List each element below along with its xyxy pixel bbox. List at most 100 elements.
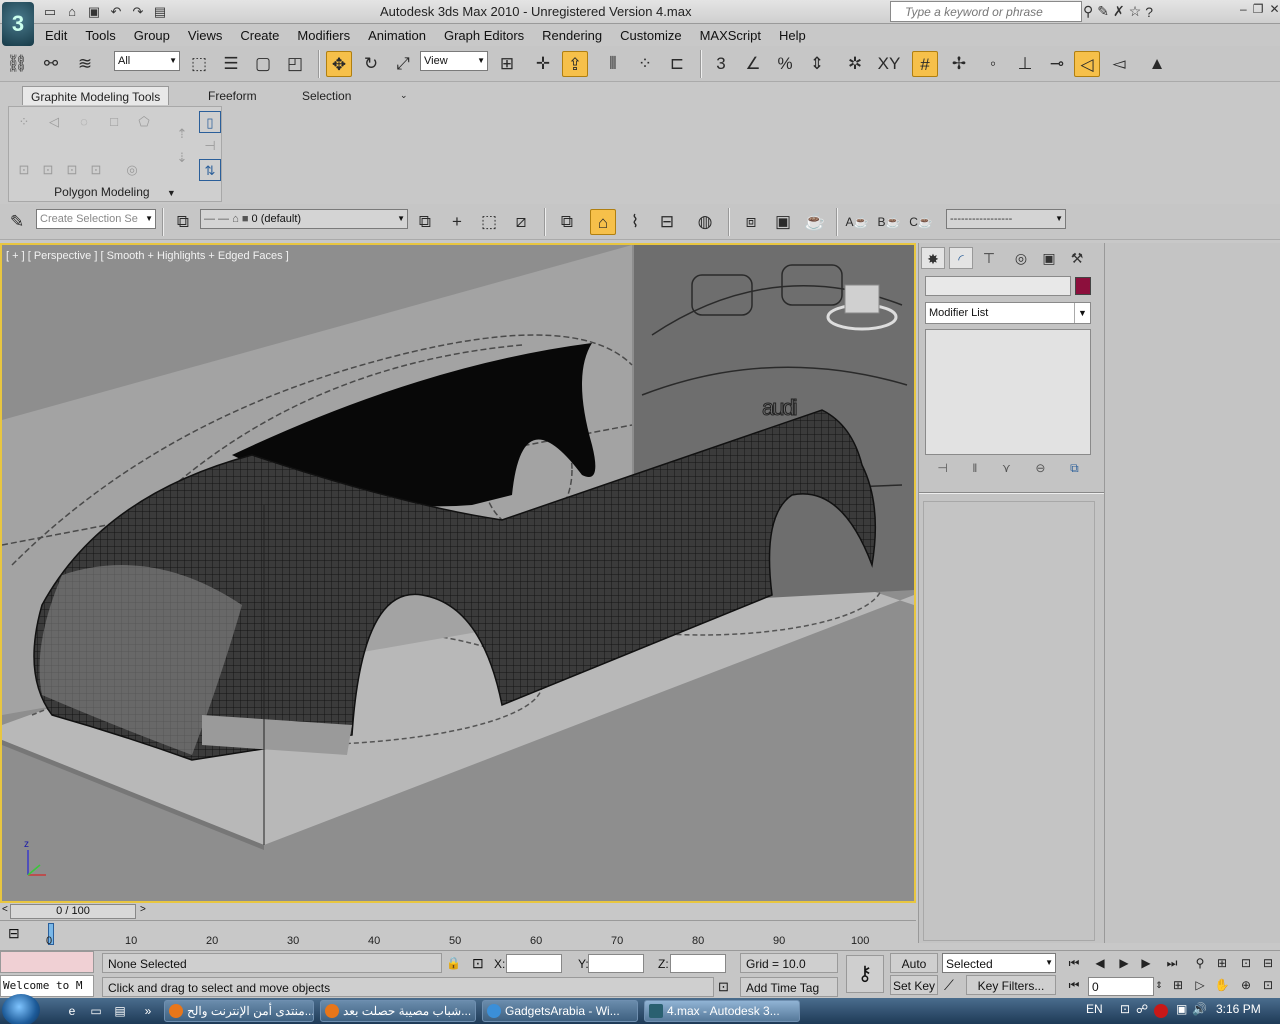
- volume-icon[interactable]: 🔊: [1192, 1002, 1207, 1016]
- rectangular-selection-icon[interactable]: ▢: [250, 51, 276, 77]
- menu-edit[interactable]: Edit: [36, 28, 76, 43]
- select-in-layer-icon[interactable]: ⬚: [476, 209, 502, 235]
- time-slider[interactable]: < 0 / 100 >: [0, 903, 916, 919]
- named-selection-sets-dropdown[interactable]: Create Selection Se ▼: [36, 209, 156, 229]
- snaps-toggle-icon[interactable]: 3: [708, 51, 734, 77]
- key-mode-toggle-icon[interactable]: ⏮: [1064, 975, 1084, 995]
- tab-freeform[interactable]: Freeform: [200, 86, 265, 105]
- pivot-center-icon[interactable]: ⊞: [494, 51, 520, 77]
- show-end-result-icon[interactable]: ▯: [199, 111, 221, 133]
- slider-right-icon[interactable]: >: [140, 904, 146, 915]
- zoom-icon[interactable]: ⚲: [1190, 953, 1210, 973]
- default-tangent-icon[interactable]: ⟋: [944, 977, 954, 994]
- layer-manager-icon[interactable]: ⧉: [170, 209, 196, 235]
- orbit-icon[interactable]: ⊕: [1236, 975, 1256, 995]
- minimize-icon[interactable]: –: [1240, 2, 1247, 16]
- maximize-viewport-icon[interactable]: ⊡: [1258, 975, 1278, 995]
- task-firefox-1[interactable]: منتدى أمن الإنترنت والح...: [164, 1000, 314, 1022]
- ribbon-minimize-icon[interactable]: ⌄: [392, 86, 416, 105]
- menu-views[interactable]: Views: [179, 28, 231, 43]
- stack-up-icon[interactable]: ⇡: [171, 123, 193, 145]
- menu-graph-editors[interactable]: Graph Editors: [435, 28, 533, 43]
- select-and-manipulate-icon[interactable]: ✛: [530, 51, 556, 77]
- ribbon-panel-title[interactable]: Polygon Modeling ▼: [8, 183, 222, 202]
- y-coordinate-input[interactable]: [588, 954, 644, 973]
- time-slider-thumb[interactable]: 0 / 100: [10, 904, 136, 919]
- remove-modifier-icon[interactable]: ⊖: [1035, 461, 1045, 483]
- select-and-rotate-icon[interactable]: ↻: [358, 51, 384, 77]
- hierarchy-tab-icon[interactable]: ⊤: [977, 247, 1001, 269]
- go-to-start-icon[interactable]: ⏮: [1064, 953, 1084, 973]
- stack-down-icon[interactable]: ⇣: [171, 147, 193, 169]
- mirror-icon[interactable]: ⫴: [600, 51, 626, 77]
- menu-maxscript[interactable]: MAXScript: [691, 28, 770, 43]
- time-tag-icon[interactable]: ⊡: [718, 979, 729, 995]
- teapot-a-icon[interactable]: A☕: [844, 209, 870, 235]
- redo-icon[interactable]: ↷: [128, 3, 148, 21]
- z-coordinate-input[interactable]: [670, 954, 726, 973]
- create-new-layer-icon[interactable]: ⧉: [412, 209, 438, 235]
- modifier-stack[interactable]: [925, 329, 1091, 455]
- set-key-button[interactable]: Set Key: [890, 975, 938, 995]
- render-setup-icon[interactable]: ▲: [1144, 51, 1170, 77]
- object-color-swatch[interactable]: [1075, 277, 1091, 295]
- favorites-star-icon[interactable]: ☆: [1129, 3, 1142, 20]
- select-and-move-icon[interactable]: ✥: [326, 51, 352, 77]
- pin-stack-icon[interactable]: ⊣: [199, 135, 221, 157]
- select-and-link-icon[interactable]: ⛓: [4, 51, 30, 77]
- application-button[interactable]: 3: [2, 2, 34, 46]
- percent-snap-icon[interactable]: %: [772, 51, 798, 77]
- monitor-icon[interactable]: ▣: [1176, 1002, 1187, 1016]
- preview-selection-icon[interactable]: ◎: [121, 159, 143, 181]
- object-name-field[interactable]: [925, 276, 1071, 296]
- convert-to-poly-icon[interactable]: ⊡: [37, 159, 59, 181]
- viewcube-icon[interactable]: [844, 284, 880, 314]
- play-icon[interactable]: ▶: [1114, 953, 1134, 973]
- show-desktop-icon[interactable]: ▭: [88, 1003, 104, 1019]
- use-soft-selection-icon[interactable]: ⊡: [85, 159, 107, 181]
- select-object-icon[interactable]: ⬚: [186, 51, 212, 77]
- set-key-mode-icon[interactable]: ⚷: [846, 955, 884, 993]
- spinner-snap-icon[interactable]: ⇕: [804, 51, 830, 77]
- pivot-snap-icon[interactable]: ✢: [946, 51, 972, 77]
- save-icon[interactable]: ▣: [84, 3, 104, 21]
- angle-snap-icon[interactable]: ∠: [740, 51, 766, 77]
- binoculars-icon[interactable]: ⚲: [1083, 3, 1093, 20]
- previous-frame-icon[interactable]: ◀: [1090, 953, 1110, 973]
- current-frame-input[interactable]: 0: [1088, 977, 1154, 996]
- polygon-mode-icon[interactable]: □: [103, 111, 125, 133]
- quick-launch-more-icon[interactable]: »: [140, 1003, 156, 1019]
- rendered-frame-window-icon[interactable]: ▣: [770, 209, 796, 235]
- array-icon[interactable]: ⁘: [632, 51, 658, 77]
- utilities-tab-icon[interactable]: ⚒: [1065, 247, 1089, 269]
- reference-coordinate-dropdown[interactable]: View ▼: [420, 51, 488, 71]
- network-icon[interactable]: ☍: [1136, 1002, 1148, 1016]
- create-tab-icon[interactable]: ✸: [921, 247, 945, 269]
- face-snap-icon[interactable]: ◅: [1106, 51, 1132, 77]
- curve-editor-icon[interactable]: ⌇: [622, 209, 648, 235]
- vertex-mode-icon[interactable]: ⁘: [13, 111, 35, 133]
- viewport-label[interactable]: [ + ] [ Perspective ] [ Smooth + Highlig…: [6, 250, 289, 262]
- window-crossing-icon[interactable]: ◰: [282, 51, 308, 77]
- scene-explorer-icon[interactable]: ⧉: [554, 209, 580, 235]
- task-3dsmax[interactable]: 4.max - Autodesk 3...: [644, 1000, 800, 1022]
- menu-tools[interactable]: Tools: [76, 28, 124, 43]
- key-filters-button[interactable]: Key Filters...: [966, 975, 1056, 995]
- element-mode-icon[interactable]: ⬠: [133, 111, 155, 133]
- next-frame-icon[interactable]: ▶: [1136, 953, 1156, 973]
- set-current-layer-icon[interactable]: ⧄: [508, 209, 534, 235]
- task-firefox-2[interactable]: شباب مصيبة حصلت بعد...: [320, 1000, 476, 1022]
- add-to-layer-icon[interactable]: +: [444, 209, 470, 235]
- modifier-list-dropdown[interactable]: Modifier List ▼: [925, 302, 1091, 324]
- configure-modifier-sets-icon[interactable]: ⧉: [1070, 461, 1079, 483]
- selection-filter-dropdown[interactable]: All ▼: [114, 51, 180, 71]
- motion-tab-icon[interactable]: ◎: [1009, 247, 1033, 269]
- maxscript-listener-input[interactable]: [0, 951, 94, 973]
- render-production-icon[interactable]: ☕: [802, 209, 828, 235]
- project-folder-icon[interactable]: ▤: [150, 3, 170, 21]
- edge-mode-icon[interactable]: ◁: [43, 111, 65, 133]
- menu-create[interactable]: Create: [231, 28, 288, 43]
- track-bar[interactable]: ⊟ 0 10 20 30 40 50 60 70 80 90 100: [0, 920, 916, 950]
- selection-lock-icon[interactable]: 🔒: [446, 956, 461, 970]
- show-end-result-icon[interactable]: ‖: [972, 461, 977, 483]
